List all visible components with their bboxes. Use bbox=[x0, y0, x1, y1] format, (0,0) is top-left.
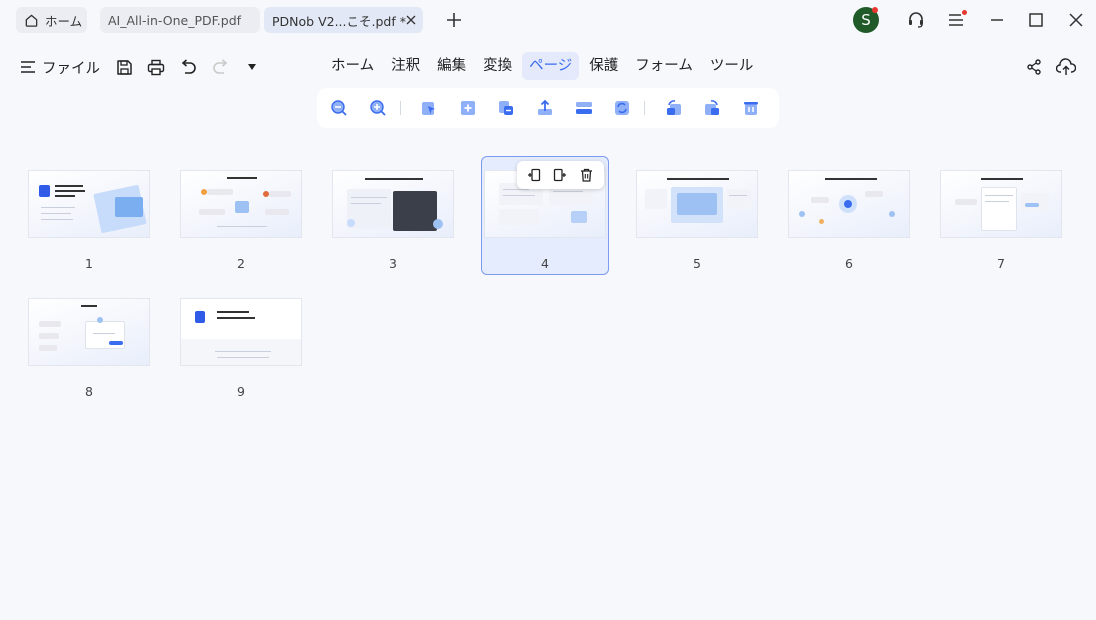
extract-page-icon[interactable] bbox=[496, 97, 517, 119]
replace-page-icon[interactable] bbox=[612, 97, 633, 119]
export-page-icon[interactable] bbox=[535, 97, 556, 119]
tab-document-1[interactable]: AI_All-in-One_PDF.pdf bbox=[100, 7, 260, 33]
page-action-popover bbox=[517, 161, 604, 189]
menu-home[interactable]: ホーム bbox=[324, 52, 381, 80]
menu-form[interactable]: フォーム bbox=[628, 52, 700, 80]
page-thumbnail-1[interactable] bbox=[28, 170, 150, 238]
page-thumbnail-9[interactable] bbox=[180, 298, 302, 366]
print-button[interactable] bbox=[145, 56, 167, 78]
file-menu-label: ファイル bbox=[42, 60, 100, 77]
insert-page-icon[interactable] bbox=[458, 97, 479, 119]
page-number-7: 7 bbox=[997, 256, 1005, 271]
menu-edit[interactable]: 編集 bbox=[430, 52, 473, 80]
menu-tools[interactable]: ツール bbox=[703, 52, 761, 80]
close-tab-icon[interactable] bbox=[406, 15, 416, 25]
avatar-initial: S bbox=[861, 11, 871, 29]
quick-access-dropdown[interactable] bbox=[241, 56, 263, 78]
divider bbox=[400, 101, 402, 115]
delete-page-icon[interactable] bbox=[741, 97, 762, 119]
tab-home[interactable]: ホーム bbox=[16, 7, 87, 33]
menu-icon[interactable] bbox=[945, 9, 967, 31]
avatar[interactable]: S bbox=[853, 7, 879, 33]
menu-protect[interactable]: 保護 bbox=[582, 52, 625, 80]
undo-button[interactable] bbox=[177, 56, 199, 78]
main-menu-bar: ホーム 注釈 編集 変換 ページ 保護 フォーム ツール bbox=[324, 52, 763, 80]
split-page-icon[interactable] bbox=[573, 97, 594, 119]
caret-down-icon bbox=[248, 64, 256, 70]
hamburger-icon bbox=[20, 60, 36, 74]
maximize-button[interactable] bbox=[1025, 9, 1047, 31]
rotate-right-icon[interactable] bbox=[702, 97, 723, 119]
divider bbox=[644, 101, 646, 115]
page-number-8: 8 bbox=[85, 384, 93, 399]
menu-notification-dot bbox=[962, 10, 967, 15]
menu-annotate[interactable]: 注釈 bbox=[384, 52, 427, 80]
page-thumbnail-8[interactable] bbox=[28, 298, 150, 366]
rotate-left-icon[interactable] bbox=[663, 97, 684, 119]
cloud-upload-button[interactable] bbox=[1055, 56, 1077, 78]
zoom-in-icon[interactable] bbox=[368, 97, 389, 119]
page-number-4: 4 bbox=[541, 256, 549, 271]
print-icon bbox=[147, 59, 165, 75]
title-bar: ホーム AI_All-in-One_PDF.pdf PDNob V2...こそ.… bbox=[0, 0, 1096, 40]
notification-dot bbox=[872, 7, 878, 13]
plus-icon bbox=[447, 13, 461, 27]
page-tools-strip bbox=[317, 88, 779, 128]
share-icon bbox=[1027, 59, 1041, 75]
redo-icon bbox=[212, 59, 227, 74]
save-button[interactable] bbox=[113, 56, 135, 78]
minimize-button[interactable] bbox=[986, 9, 1008, 31]
new-tab-button[interactable] bbox=[444, 10, 464, 30]
insert-after-icon[interactable] bbox=[551, 166, 569, 184]
tab-document-active-label: PDNob V2...こそ.pdf * bbox=[272, 13, 406, 29]
support-headset-icon[interactable] bbox=[905, 9, 927, 31]
share-button[interactable] bbox=[1023, 56, 1045, 78]
page-thumbnail-5[interactable] bbox=[636, 170, 758, 238]
insert-before-icon[interactable] bbox=[525, 166, 543, 184]
tab-document-1-label: AI_All-in-One_PDF.pdf bbox=[108, 12, 242, 28]
page-thumbnail-6[interactable] bbox=[788, 170, 910, 238]
select-page-icon[interactable] bbox=[419, 97, 440, 119]
page-number-6: 6 bbox=[845, 256, 853, 271]
undo-icon bbox=[181, 59, 196, 74]
zoom-out-icon[interactable] bbox=[329, 97, 350, 119]
file-menu-button[interactable]: ファイル bbox=[20, 56, 100, 78]
close-window-button[interactable] bbox=[1065, 9, 1087, 31]
tab-document-active[interactable]: PDNob V2...こそ.pdf * bbox=[264, 7, 423, 33]
page-thumbnail-7[interactable] bbox=[940, 170, 1062, 238]
menu-convert[interactable]: 変換 bbox=[476, 52, 519, 80]
redo-button[interactable] bbox=[209, 56, 231, 78]
page-number-2: 2 bbox=[237, 256, 245, 271]
page-number-9: 9 bbox=[237, 384, 245, 399]
menu-page[interactable]: ページ bbox=[522, 52, 580, 80]
page-number-1: 1 bbox=[85, 256, 93, 271]
trash-icon[interactable] bbox=[578, 166, 596, 184]
save-icon bbox=[116, 59, 132, 75]
page-thumbnail-2[interactable] bbox=[180, 170, 302, 238]
cloud-upload-icon bbox=[1056, 58, 1076, 75]
home-icon bbox=[24, 13, 39, 28]
page-number-3: 3 bbox=[389, 256, 397, 271]
page-thumbnail-3[interactable] bbox=[332, 170, 454, 238]
page-number-5: 5 bbox=[693, 256, 701, 271]
tab-home-label: ホーム bbox=[45, 13, 83, 29]
